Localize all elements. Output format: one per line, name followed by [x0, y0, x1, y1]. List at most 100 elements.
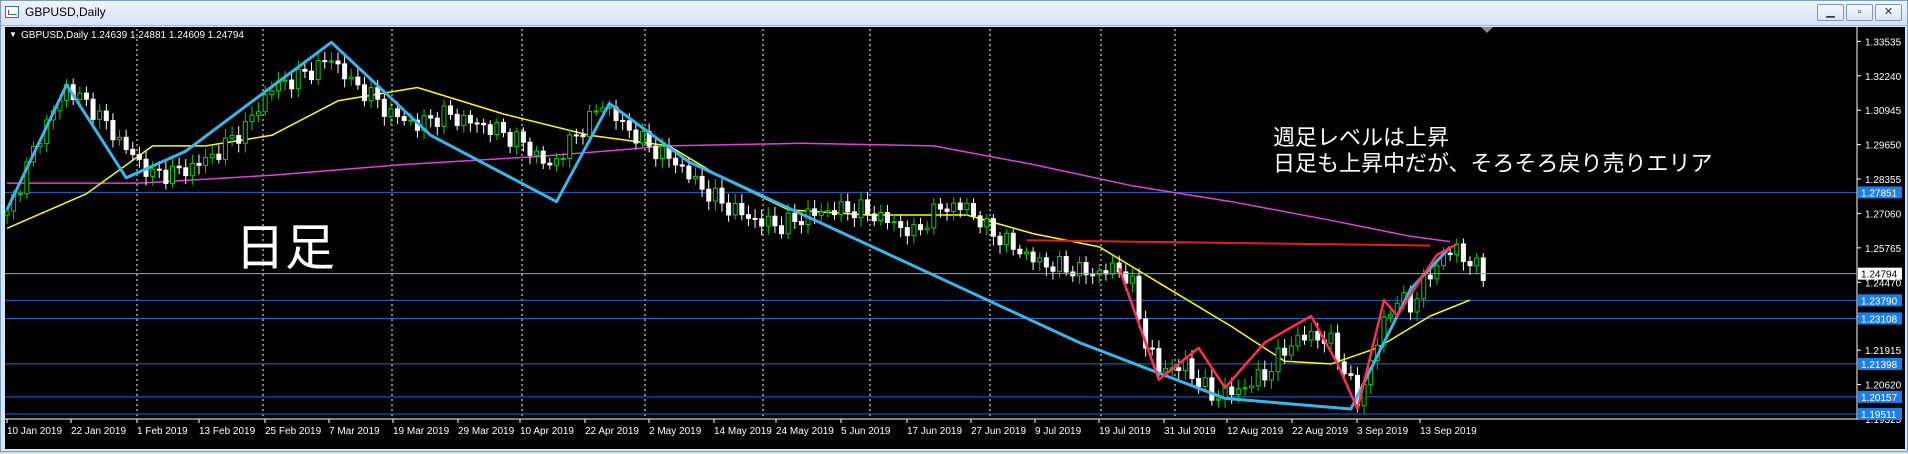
candle-body — [388, 108, 394, 117]
title-bar[interactable]: GBPUSD,Daily ▁ ▫ ✕ — [1, 1, 1907, 26]
candle-body — [692, 175, 698, 180]
candle-body — [83, 92, 89, 100]
candle-body — [1302, 334, 1308, 341]
y-tick-label: 1.20620 — [1865, 381, 1902, 392]
candle-body — [110, 120, 116, 141]
candle-body — [1196, 377, 1202, 388]
candle-body — [1348, 373, 1354, 376]
candle-body — [236, 135, 242, 144]
candle-body — [553, 158, 559, 166]
y-tick-label: 1.27060 — [1865, 209, 1902, 220]
series-zigzag-red — [1118, 243, 1458, 411]
candle-body — [1467, 261, 1473, 267]
price-chart[interactable]: 1.33535 1.32240 1.30945 1.29650 1.28355 1.270… — [4, 27, 1905, 449]
candle-body — [706, 188, 712, 202]
candle-body — [924, 227, 930, 231]
y-tick-label: 1.21915 — [1865, 346, 1902, 357]
candle-body — [686, 165, 692, 180]
candle-body — [448, 105, 454, 115]
candle-body — [1023, 251, 1029, 255]
candle-body — [739, 202, 745, 216]
candle-body — [1308, 331, 1314, 341]
candle-body — [732, 202, 738, 216]
x-tick-label: 19 Jul 2019 — [1099, 426, 1151, 437]
candle-body — [123, 136, 129, 150]
app-chart-icon — [5, 6, 19, 18]
candle-body — [1004, 232, 1010, 246]
candle-body — [1328, 332, 1334, 344]
candle-body — [97, 110, 103, 120]
annotation-daily-label: 日足 — [235, 220, 335, 276]
candle-body — [335, 60, 341, 65]
candle-body — [1050, 266, 1056, 272]
candle-body — [1275, 347, 1281, 373]
minimize-button[interactable]: ▁ — [1817, 4, 1844, 21]
level-label: 1.23108 — [1861, 314, 1898, 325]
chart-area[interactable]: 1.33535 1.32240 1.30945 1.29650 1.28355 1.270… — [4, 27, 1905, 449]
candle-body — [1136, 275, 1142, 320]
candle-body — [904, 227, 910, 237]
candle-body — [256, 111, 262, 116]
candle-body — [117, 136, 123, 141]
close-button[interactable]: ✕ — [1875, 4, 1902, 21]
candle-body — [937, 203, 943, 210]
x-tick-label: 10 Jan 2019 — [7, 426, 62, 437]
minimize-icon: ▁ — [1826, 6, 1835, 18]
candle-body — [474, 122, 480, 125]
x-tick-label: 14 May 2019 — [714, 426, 772, 437]
candle-body — [752, 217, 758, 220]
candle-body — [1295, 334, 1301, 347]
candle-body — [156, 168, 162, 171]
x-tick-label: 12 Aug 2019 — [1227, 426, 1284, 437]
candle-body — [845, 201, 851, 213]
candle-body — [189, 162, 195, 177]
candle-body — [587, 110, 593, 138]
close-icon: ✕ — [1883, 6, 1894, 18]
candle-body — [348, 76, 354, 80]
candle-body — [481, 122, 487, 126]
candle-body — [997, 235, 1003, 246]
candle-body — [540, 150, 546, 164]
candle-body — [150, 168, 156, 177]
x-tick-label: 13 Feb 2019 — [199, 426, 256, 437]
chart-shift-marker[interactable] — [1481, 27, 1493, 33]
candle-body — [971, 202, 977, 217]
candle-body — [785, 212, 791, 235]
candle-body — [818, 211, 824, 216]
candle-body — [878, 212, 884, 222]
candle-body — [825, 210, 831, 213]
candle-body — [1149, 347, 1155, 350]
candle-body — [871, 213, 877, 222]
candle-body — [620, 119, 626, 122]
candle-body — [957, 202, 963, 211]
candle-body — [798, 221, 804, 226]
candle-body — [328, 60, 334, 63]
annotation-note-line1: 週足レベルは上昇 — [1273, 125, 1449, 150]
candle-body — [719, 187, 725, 204]
candle-body — [858, 199, 864, 219]
candle-body — [183, 167, 189, 177]
candle-body — [1229, 386, 1235, 396]
candle-body — [216, 153, 222, 160]
candle-body — [203, 157, 209, 166]
maximize-button[interactable]: ▫ — [1846, 4, 1873, 21]
x-tick-label: 10 Apr 2019 — [520, 426, 574, 437]
maximize-icon: ▫ — [1857, 6, 1862, 18]
candle-body — [1388, 314, 1394, 318]
x-tick-label: 24 May 2019 — [776, 426, 834, 437]
candle-body — [1249, 385, 1255, 389]
candle-body — [1474, 257, 1480, 267]
candle-body — [322, 60, 328, 63]
level-label: 1.27851 — [1861, 188, 1898, 199]
triangle-down-icon: ▼ — [9, 30, 17, 39]
candle-body — [1434, 265, 1440, 280]
candle-body — [1235, 388, 1241, 396]
candle-body — [170, 165, 175, 185]
series-zigzag-blue — [5, 40, 1452, 411]
candle-body — [315, 60, 321, 81]
candle-body — [964, 202, 970, 211]
candle-body — [1010, 232, 1016, 250]
candle-body — [428, 115, 434, 119]
candle-body — [209, 153, 215, 159]
candle-body — [487, 124, 493, 136]
